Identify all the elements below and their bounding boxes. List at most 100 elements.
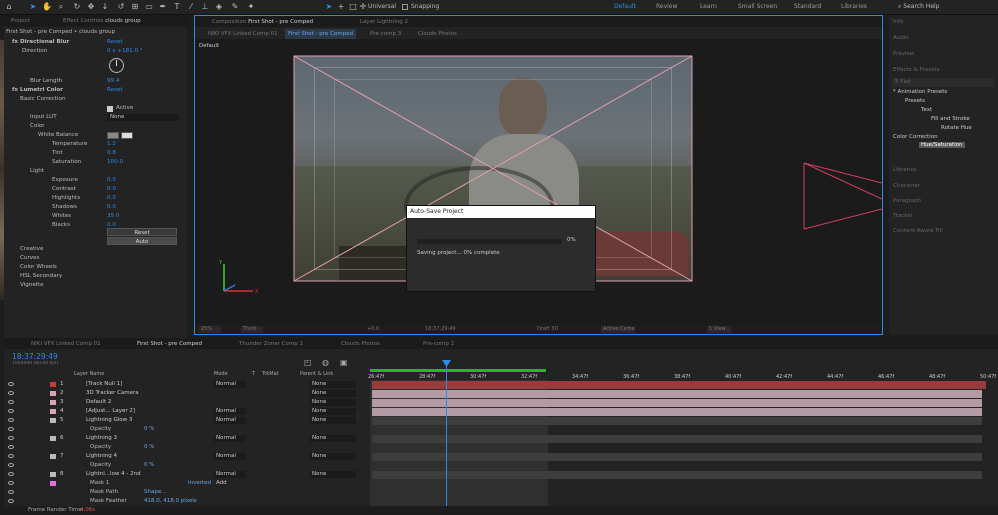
creative-group[interactable]: Creative [20, 245, 43, 254]
shadows-value[interactable]: 0.0 [107, 203, 116, 212]
reset-lumetri[interactable]: Reset [107, 86, 123, 95]
timeline-timecode[interactable]: 18:37:29:49 [12, 352, 58, 361]
tab-layer[interactable]: Layer Lightning 2 [357, 17, 411, 27]
type-tool-icon[interactable]: T [172, 2, 182, 12]
tree-presets[interactable]: Presets [905, 98, 925, 104]
timeline-tab-1[interactable]: First Shot - pre Comped [134, 339, 205, 349]
tree-fill-stroke[interactable]: Fill and Stroke [931, 116, 970, 122]
workspace-small-screen[interactable]: Small Screen [738, 3, 777, 10]
zoom-select[interactable]: 25% [199, 326, 221, 333]
dolly-tool-icon[interactable]: ↓ [100, 2, 110, 12]
effects-search-input[interactable]: Ƥ Flat [892, 78, 994, 87]
tab-composition[interactable]: Composition First Shot - pre Comped [209, 17, 316, 27]
panel-effects-presets[interactable]: Effects & Presets [893, 67, 940, 73]
motion-blur-icon[interactable]: ◍ [322, 358, 329, 367]
color-wheels-group[interactable]: Color Wheels [20, 263, 57, 272]
reset-button[interactable]: Reset [107, 228, 177, 236]
curves-group[interactable]: Curves [20, 254, 39, 263]
graph-editor-icon[interactable]: ◰ [304, 358, 312, 367]
temperature-value[interactable]: 1.2 [107, 140, 116, 149]
pan-behind-icon[interactable]: ⊞ [130, 2, 140, 12]
panel-libraries[interactable]: Libraries [893, 167, 917, 173]
timeline-tab-0[interactable]: NIKI VFX Linked Comp 01 [28, 339, 104, 349]
effect-lumetri[interactable]: fx Lumetri Color [12, 86, 63, 95]
orbit-tool-icon[interactable]: ↻ [72, 2, 82, 12]
color-group[interactable]: Color [30, 122, 45, 131]
effect-directional-blur[interactable]: fx Directional Blur [12, 38, 69, 47]
workspace-standard[interactable]: Standard [794, 3, 821, 10]
views-select[interactable]: 1 View [707, 326, 731, 333]
eraser-tool-icon[interactable]: ◈ [214, 2, 224, 12]
vignette-group[interactable]: Vignette [20, 281, 44, 290]
direction-dial[interactable] [109, 58, 124, 73]
crumb-0[interactable]: NIKI VFX Linked Comp 01 [205, 29, 281, 39]
search-help[interactable]: ⌕ Search Help [898, 2, 994, 12]
quality-select[interactable]: Third [241, 326, 263, 333]
saturation-value[interactable]: 100.0 [107, 158, 123, 167]
panel-paragraph[interactable]: Paragraph [893, 198, 921, 204]
tree-color-correction[interactable]: Color Correction [893, 134, 938, 140]
tab-effect-controls[interactable]: Effect Controls clouds group [60, 16, 144, 26]
snapping-checkbox[interactable] [402, 4, 408, 10]
universal-icon[interactable]: ✛ [358, 2, 368, 12]
tree-hue-saturation[interactable]: Hue/Saturation [919, 142, 965, 148]
highlights-value[interactable]: 0.0 [107, 194, 116, 203]
eyedropper-icon[interactable] [121, 132, 133, 139]
selection-tool-icon[interactable]: ➤ [28, 2, 38, 12]
hand-tool-icon[interactable]: ✋ [42, 2, 52, 12]
crumb-1[interactable]: First Shot - pre Comped [285, 29, 356, 39]
auto-button[interactable]: Auto [107, 237, 177, 245]
light-group[interactable]: Light [30, 167, 44, 176]
tree-rotate-hue[interactable]: Rotate Hue [941, 125, 972, 131]
workspace-libraries[interactable]: Libraries [841, 3, 867, 10]
basic-correction[interactable]: Basic Correction [20, 95, 66, 104]
layer-duration-bar[interactable] [372, 471, 982, 479]
frame-blending-icon[interactable]: ▣ [340, 358, 348, 367]
pen-tool-icon[interactable]: ✒ [158, 2, 168, 12]
panel-info[interactable]: Info [893, 19, 903, 25]
workspace-learn[interactable]: Learn [700, 3, 717, 10]
work-area-bar[interactable] [370, 369, 546, 372]
exposure-value[interactable]: 0.0 [107, 176, 116, 185]
crumb-3[interactable]: Clouds Photos [415, 29, 460, 39]
camera-select[interactable]: Active Camera [601, 326, 635, 333]
tab-project[interactable]: Project [8, 16, 33, 26]
layer-duration-bar[interactable] [372, 408, 982, 416]
pan-tool-icon[interactable]: ✥ [86, 2, 96, 12]
draft-3d[interactable]: Draft 3D [537, 326, 558, 332]
white-balance-swatch[interactable] [107, 132, 119, 139]
rectangle-tool-icon[interactable]: ▭ [144, 2, 154, 12]
brush-tool-icon[interactable]: ⁄ [186, 2, 196, 12]
axis-world-icon[interactable]: + [336, 2, 346, 12]
whites-value[interactable]: 35.0 [107, 212, 119, 221]
workspace-review[interactable]: Review [656, 3, 677, 10]
panel-preview[interactable]: Preview [893, 51, 914, 57]
zoom-tool-icon[interactable]: ⌕ [56, 2, 66, 12]
input-lut-select[interactable]: None [107, 114, 179, 121]
axis-view-icon[interactable]: □ [348, 2, 358, 12]
playhead-line[interactable] [446, 362, 447, 512]
axis-local-icon[interactable]: ➤ [324, 2, 334, 12]
contrast-value[interactable]: 0.0 [107, 185, 116, 194]
active-checkbox[interactable] [107, 106, 113, 112]
tint-value[interactable]: 0.8 [107, 149, 116, 158]
home-icon[interactable]: ⌂ [4, 2, 14, 12]
hsl-group[interactable]: HSL Secondary [20, 272, 62, 281]
layer-duration-bar[interactable] [372, 453, 982, 461]
layer-duration-bar[interactable] [372, 390, 982, 398]
crumb-2[interactable]: Pre-comp 3 [367, 29, 404, 39]
timeline-tab-2[interactable]: Thunder Zoner Comp 1 [236, 339, 306, 349]
panel-content-aware-fill[interactable]: Content-Aware Fill [893, 228, 943, 234]
tree-text[interactable]: Text [921, 107, 932, 113]
exposure-value[interactable]: +0.0 [367, 326, 379, 332]
layer-duration-bar[interactable] [372, 417, 982, 425]
layer-duration-bar[interactable] [372, 399, 982, 407]
reset-directional-blur[interactable]: Reset [107, 38, 123, 47]
blur-length-value[interactable]: 99.4 [107, 77, 119, 86]
panel-tracker[interactable]: Tracker [893, 213, 913, 219]
direction-value[interactable]: 0 x +181.0 ° [107, 47, 143, 56]
puppet-tool-icon[interactable]: ✦ [246, 2, 256, 12]
layer-duration-bar[interactable] [372, 381, 986, 389]
tree-animation-presets[interactable]: * Animation Presets [893, 89, 947, 95]
roto-brush-icon[interactable]: ✎ [230, 2, 240, 12]
